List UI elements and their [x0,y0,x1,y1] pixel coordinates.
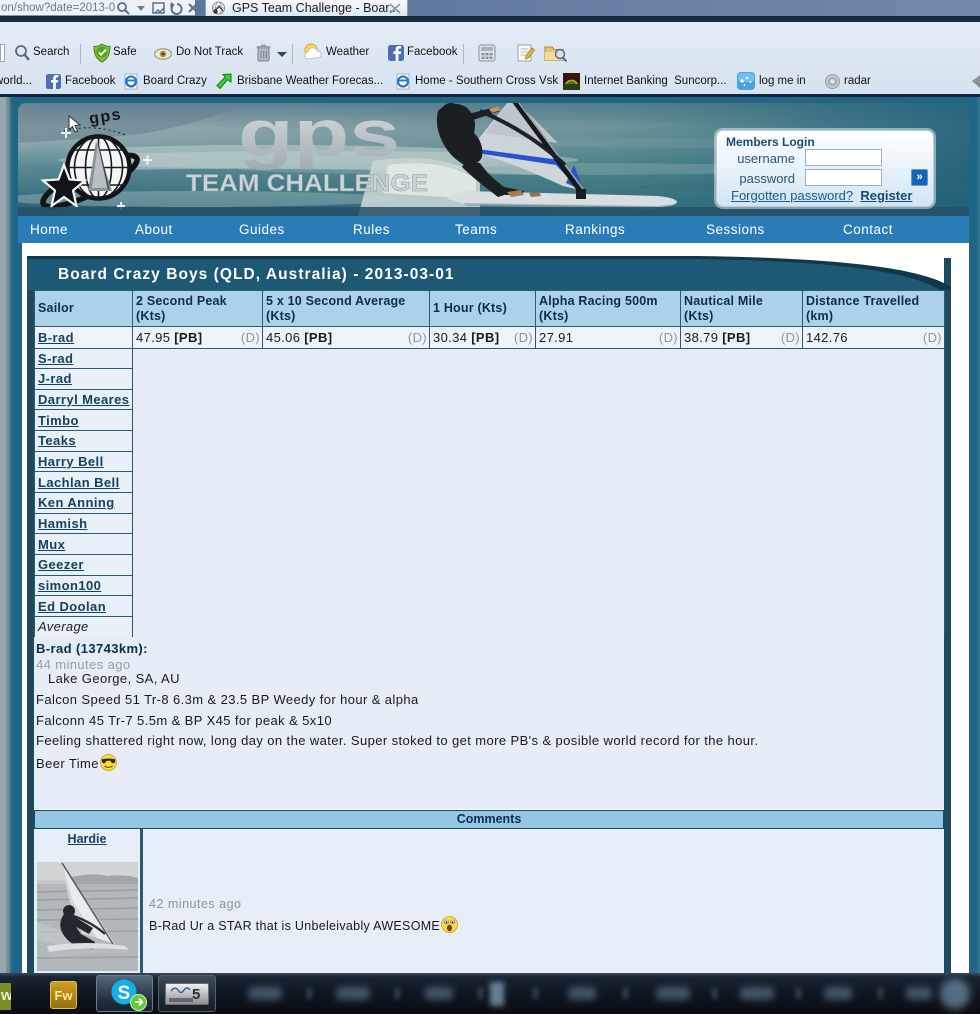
svg-text:gps: gps [238,103,400,170]
svg-text:S: S [118,983,131,1004]
svg-text:TEAM CHALLENGE: TEAM CHALLENGE [186,170,428,197]
svg-text:5: 5 [192,986,200,1003]
